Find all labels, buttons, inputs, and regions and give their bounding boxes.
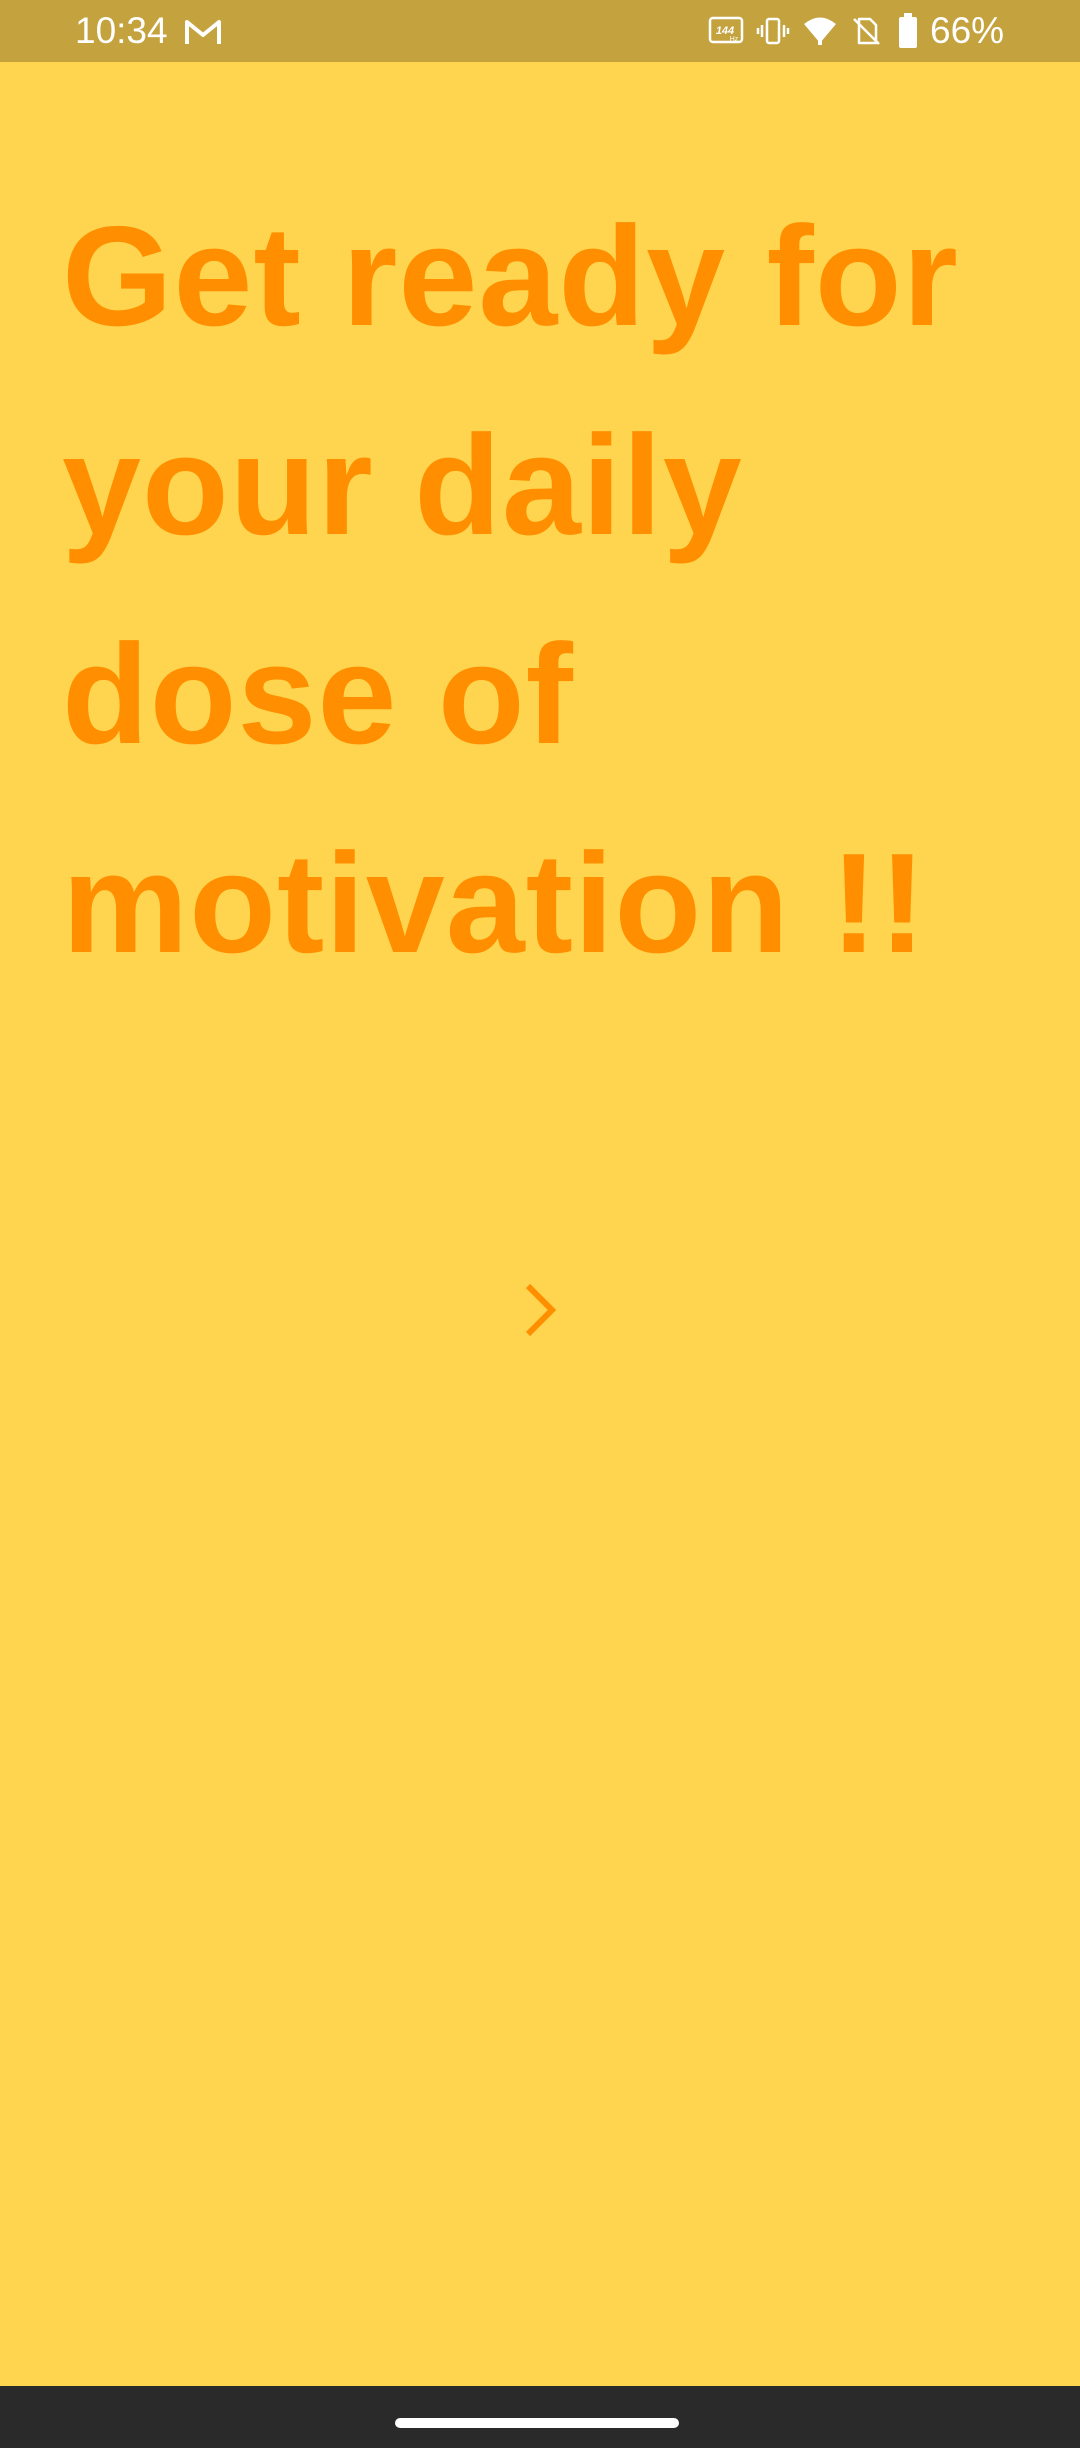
headline-line-1: Get ready for [62,197,959,356]
svg-text:Hz: Hz [730,36,739,43]
headline-line-4: motivation !! [62,824,927,983]
gmail-icon [183,16,223,48]
no-sim-icon [850,15,882,52]
headline-line-2: your daily [62,406,743,565]
vibrate-icon [756,15,790,52]
home-indicator[interactable] [395,2418,679,2428]
status-bar: 10:34 144 Hz 66% [0,0,1080,62]
battery-percentage: 66% [930,10,1005,51]
headline: Get ready for your daily dose of motivat… [62,172,1042,1008]
next-button[interactable] [500,1270,580,1350]
wifi-icon [802,15,838,52]
status-time: 10:34 [75,10,168,51]
refresh-rate-144hz-icon: 144 Hz [708,15,744,52]
chevron-right-icon [525,1283,557,1337]
battery-icon [898,13,918,54]
headline-line-3: dose of [62,615,574,774]
navigation-bar [0,2386,1080,2448]
